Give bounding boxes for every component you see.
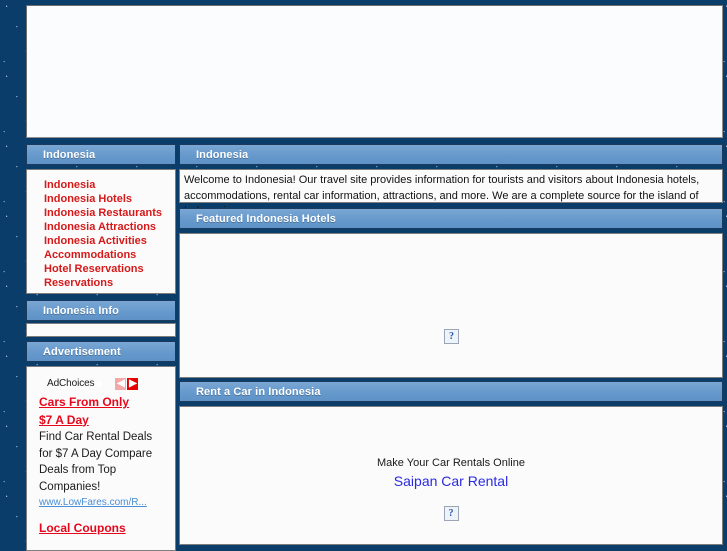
rent-a-car-content: Make Your Car Rentals Online Saipan Car … [180, 457, 722, 521]
sidebar-info-header-label: Indonesia Info [43, 304, 119, 317]
chevron-right-icon[interactable]: ▶ [127, 377, 139, 390]
featured-hotels-content: ? [180, 234, 722, 377]
sidebar-info-header: Indonesia Info [26, 300, 176, 321]
sidebar-item-indonesia-restaurants[interactable]: Indonesia Restaurants [44, 207, 162, 219]
rent-a-car-image-slot[interactable]: ? [180, 506, 722, 521]
page-layout: Indonesia Indonesia Indonesia Hotels Ind… [0, 0, 727, 551]
sidebar-nav-list: Indonesia Indonesia Hotels Indonesia Res… [27, 170, 175, 291]
sidebar-item-accommodations[interactable]: Accommodations [44, 249, 136, 261]
sidebar-info-panel [26, 323, 176, 337]
rent-a-car-tagline: Make Your Car Rentals Online [377, 457, 525, 469]
sidebar-item-hotel-reservations[interactable]: Hotel Reservations [44, 263, 144, 275]
broken-image-icon: ? [444, 329, 459, 344]
list-item: Indonesia Restaurants [44, 207, 175, 221]
ad-next-headline[interactable]: Local Coupons [39, 521, 167, 535]
sidebar-nav-header-label: Indonesia [43, 148, 96, 161]
broken-image-glyph: ? [448, 507, 454, 519]
list-item: Indonesia Attractions [44, 221, 175, 235]
rent-a-car-header-label: Rent a Car in Indonesia [196, 385, 321, 398]
main-intro-panel: Welcome to Indonesia! Our travel site pr… [179, 169, 723, 217]
list-item: Indonesia [44, 179, 175, 193]
main-intro-header-label: Indonesia [196, 148, 249, 161]
list-item: Accommodations [44, 249, 175, 263]
broken-image-glyph: ? [449, 330, 454, 342]
ad-headline-line-2[interactable]: $7 A Day [39, 412, 167, 429]
main-intro-header: Indonesia [179, 144, 723, 165]
adchoices-triangle-icon[interactable] [96, 378, 104, 389]
broken-image-icon: ? [443, 506, 459, 521]
rent-a-car-header: Rent a Car in Indonesia [179, 381, 723, 402]
sidebar-nav-panel: Indonesia Indonesia Hotels Indonesia Res… [26, 169, 176, 294]
top-banner-ad-slot[interactable] [26, 5, 723, 138]
featured-hotels-header: Featured Indonesia Hotels [179, 208, 723, 229]
list-item: Hotel Reservations [44, 263, 175, 277]
sidebar-item-indonesia[interactable]: Indonesia [44, 179, 95, 191]
list-item: Indonesia Activities [44, 235, 175, 249]
sidebar-nav-header: Indonesia [26, 144, 176, 165]
rent-a-car-panel: Make Your Car Rentals Online Saipan Car … [179, 406, 723, 545]
featured-hotels-panel: ? [179, 233, 723, 378]
ad-unit: AdChoices ◀ ▶ Cars From Only $7 A Day Fi… [27, 367, 175, 535]
sidebar-item-reservations[interactable]: Reservations [44, 277, 113, 289]
sidebar-advertisement-header: Advertisement [26, 341, 176, 362]
list-item: Indonesia Hotels [44, 193, 175, 207]
sidebar-advertisement-header-label: Advertisement [43, 345, 121, 358]
sidebar-item-indonesia-hotels[interactable]: Indonesia Hotels [44, 193, 132, 205]
list-item: Reservations [44, 277, 175, 291]
featured-hotels-header-label: Featured Indonesia Hotels [196, 212, 337, 225]
featured-hotels-image-slot[interactable]: ? [444, 329, 459, 344]
ad-carousel-controls: ◀ ▶ [115, 377, 139, 390]
sidebar-item-indonesia-attractions[interactable]: Indonesia Attractions [44, 221, 156, 233]
ad-display-url[interactable]: www.LowFares.com/R... [39, 496, 167, 510]
ad-description: Find Car Rental Deals for $7 A Day Compa… [39, 431, 153, 493]
saipan-car-rental-link[interactable]: Saipan Car Rental [180, 473, 722, 489]
chevron-left-icon[interactable]: ◀ [115, 377, 127, 390]
adchoices-label[interactable]: AdChoices [47, 378, 95, 389]
sidebar-item-indonesia-activities[interactable]: Indonesia Activities [44, 235, 147, 247]
sidebar-advertisement-panel: AdChoices ◀ ▶ Cars From Only $7 A Day Fi… [26, 366, 176, 551]
ad-headline-line-1[interactable]: Cars From Only [39, 394, 167, 411]
ad-controls-row: AdChoices ◀ ▶ [47, 377, 167, 390]
